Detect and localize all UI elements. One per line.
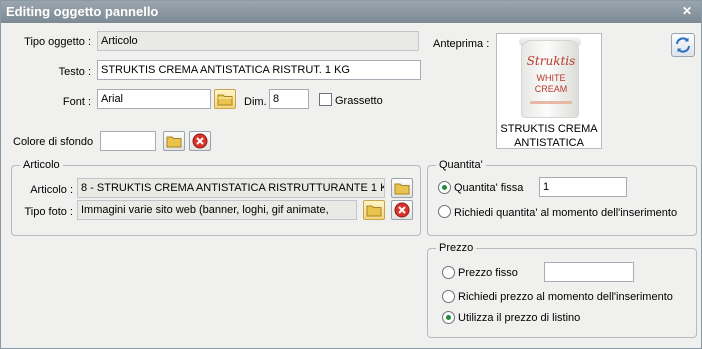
tipo-foto-label: Tipo foto : [24,206,73,218]
richiedi-quantita-radio[interactable] [438,205,451,218]
product-stripe [530,101,572,104]
quantita-fissa-label: Quantita' fissa [454,182,524,194]
product-brand: Struktis [526,54,576,68]
delete-icon [394,202,410,218]
product-jar: Struktis WHITE CREAM [521,40,579,118]
dim-label: Dim. [244,96,267,108]
dim-input[interactable]: 8 [269,89,309,109]
colore-sfondo-input[interactable] [100,131,156,151]
prezzo-listino-radio[interactable] [442,311,455,324]
tipo-oggetto-label: Tipo oggetto : [24,36,91,48]
refresh-button[interactable] [671,33,695,57]
window-title: Editing oggetto pannello [6,4,159,19]
quantita-fissa-input[interactable]: 1 [539,177,627,197]
refresh-icon [676,37,690,53]
tipo-oggetto-field: Articolo [97,31,419,51]
font-label: Font : [62,96,91,108]
product-name-line2: CREAM [534,84,568,94]
colore-clear-button[interactable] [189,131,211,151]
richiedi-quantita-label: Richiedi quantita' al momento dell'inser… [454,207,678,219]
close-icon[interactable]: ✕ [681,5,693,17]
colore-sfondo-label: Colore di sfondo [13,136,94,148]
quantita-group: Quantita' [427,158,697,236]
grassetto-checkbox[interactable] [319,93,332,106]
richiedi-prezzo-radio[interactable] [442,290,455,303]
preview-caption-1: STRUKTIS CREMA [500,123,598,135]
font-input[interactable]: Arial [97,89,211,109]
delete-icon [192,133,208,149]
prezzo-listino-label: Utilizza il prezzo di listino [458,312,581,324]
testo-input[interactable]: STRUKTIS CREMA ANTISTATICA RISTRUT. 1 KG [97,60,421,80]
folder-icon [166,136,182,148]
preview-image: Struktis WHITE CREAM STRUKTIS CREMA ANTI… [496,33,602,149]
preview-caption-2: ANTISTATICA [514,137,584,149]
prezzo-fisso-radio[interactable] [442,266,455,279]
tipo-foto-clear-button[interactable] [391,200,413,220]
folder-icon [394,183,410,195]
title-bar: Editing oggetto pannello ✕ [1,1,701,23]
colore-browse-button[interactable] [163,131,185,151]
prezzo-fisso-input[interactable] [544,262,634,282]
anteprima-label: Anteprima : [433,38,490,50]
articolo-field: 8 - STRUKTIS CREMA ANTISTATICA RISTRUTTU… [77,178,385,198]
articolo-browse-button[interactable] [391,178,413,198]
prezzo-group-title: Prezzo [436,241,477,255]
quantita-fissa-radio[interactable] [438,181,451,194]
articolo-label: Articolo : [30,184,73,196]
tipo-foto-browse-button[interactable] [363,200,385,220]
prezzo-fisso-label: Prezzo fisso [458,267,518,279]
product-name-line1: WHITE [536,73,566,83]
font-browse-button[interactable] [214,89,236,109]
articolo-group-title: Articolo [20,158,63,172]
quantita-group-title: Quantita' [436,158,486,172]
folder-icon [217,94,233,106]
grassetto-label: Grassetto [335,95,383,107]
tipo-foto-field: Immagini varie sito web (banner, loghi, … [77,200,357,220]
richiedi-prezzo-label: Richiedi prezzo al momento dell'inserime… [458,291,673,303]
folder-icon [366,205,382,217]
dialog-window: Editing oggetto pannello ✕ Tipo oggetto … [0,0,702,349]
testo-label: Testo : [58,66,91,78]
